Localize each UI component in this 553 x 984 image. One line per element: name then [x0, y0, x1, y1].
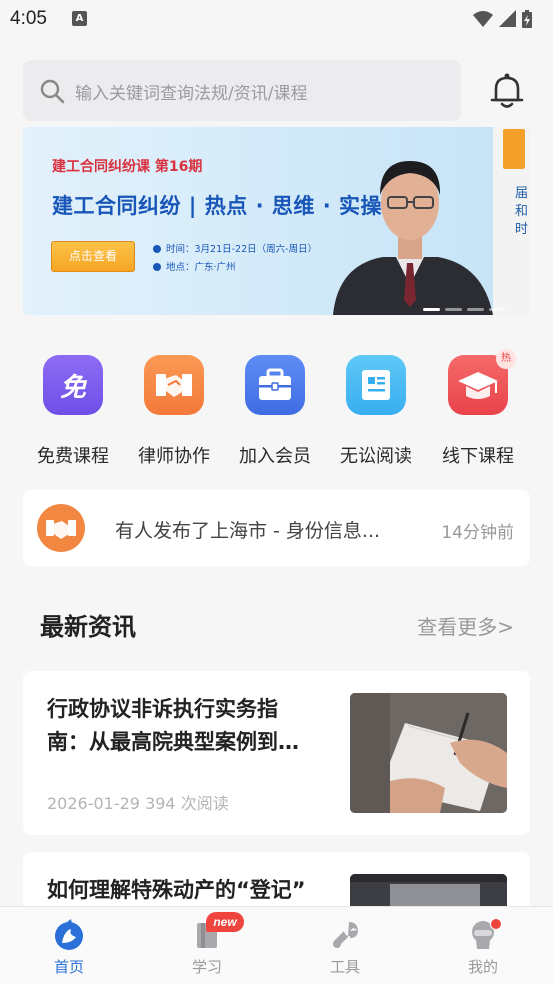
- battery-icon: [522, 10, 532, 28]
- location-icon: [153, 263, 161, 271]
- quick-label: 无讼阅读: [340, 446, 412, 467]
- home-icon: [55, 919, 83, 950]
- search-placeholder: 输入关键词查询法规/资讯/课程: [75, 84, 308, 104]
- status-icons: [473, 10, 532, 28]
- new-badge: new: [206, 912, 244, 932]
- bell-icon[interactable]: [489, 72, 525, 110]
- wifi-icon: [473, 11, 493, 27]
- quick-lawyer-collab[interactable]: 律师协作: [124, 355, 224, 468]
- search-input[interactable]: 输入关键词查询法规/资讯/课程: [23, 60, 461, 121]
- briefcase-icon: [245, 355, 305, 415]
- news-title: 行政协议非诉执行实务指 南：从最高院典型案例到…: [47, 697, 299, 754]
- quick-label: 加入会员: [239, 446, 311, 467]
- clock-icon: [153, 245, 161, 253]
- pagination-dot: [423, 308, 440, 311]
- tab-home[interactable]: 首页: [0, 907, 138, 984]
- pagination-dot: [467, 308, 484, 311]
- promo-banner[interactable]: 建工合同纠纷课 第16期 建工合同纠纷 | 热点 · 思维 · 实操 点击查看 …: [23, 127, 530, 315]
- status-bar: 4:05 A: [0, 0, 553, 40]
- quick-join-member[interactable]: 加入会员: [225, 355, 325, 468]
- quick-label: 线下课程: [442, 446, 514, 467]
- bottom-tab-bar: 首页 new 学习 工具 我的: [0, 906, 553, 984]
- signal-icon: [499, 10, 516, 27]
- news-more-link[interactable]: 查看更多>: [417, 611, 514, 640]
- banner-next-slide: 届和时: [493, 127, 530, 315]
- notification-dot: [490, 918, 502, 930]
- tab-label: 工具: [329, 958, 360, 976]
- quick-label: 免费课程: [37, 446, 109, 467]
- banner-view-button[interactable]: 点击查看: [51, 241, 135, 272]
- banner-subtitle: 建工合同纠纷课 第16期: [52, 159, 203, 175]
- tab-tools[interactable]: 工具: [276, 907, 414, 984]
- news-title: 如何理解特殊动产的“登记”: [47, 878, 306, 902]
- news-item[interactable]: 行政协议非诉执行实务指 南：从最高院典型案例到… 2026-01-29 394 …: [23, 671, 530, 835]
- next-slide-text: 届和时: [515, 186, 529, 237]
- notice-time: 14分钟前: [441, 523, 514, 543]
- notice-card[interactable]: 有人发布了上海市 - 身份信息... 14分钟前: [23, 490, 530, 566]
- handshake-icon: [144, 355, 204, 415]
- quick-wusong-reading[interactable]: 无讼阅读: [326, 355, 426, 468]
- graduation-cap-icon: 热: [448, 349, 516, 415]
- notice-text: 有人发布了上海市 - 身份信息...: [115, 520, 381, 542]
- tab-study[interactable]: new 学习: [138, 907, 276, 984]
- news-section-title: 最新资讯: [40, 613, 136, 641]
- banner-pagination: [423, 296, 511, 311]
- wrench-icon: [333, 922, 358, 948]
- search-icon: [40, 79, 65, 104]
- banner-time: 时间：3月21日-22日（周六-周日）: [153, 241, 317, 255]
- news-thumbnail: [350, 693, 507, 813]
- notice-avatar: [37, 504, 85, 552]
- tab-label: 我的: [467, 958, 498, 976]
- tab-profile[interactable]: 我的: [414, 907, 552, 984]
- hot-badge: 热: [496, 349, 516, 369]
- status-time: 4:05: [10, 8, 47, 29]
- news-meta: 2026-01-29 394 次阅读: [47, 794, 229, 813]
- reading-icon: [346, 355, 406, 415]
- quick-label: 律师协作: [138, 446, 210, 467]
- tab-label: 学习: [191, 958, 222, 976]
- notification-icon: A: [72, 11, 87, 26]
- quick-free-course[interactable]: 免 免费课程: [23, 355, 123, 468]
- quick-offline-course[interactable]: 热 线下课程: [428, 349, 528, 468]
- speaker-photo: [333, 161, 493, 315]
- free-course-icon: 免: [43, 355, 103, 415]
- news-item[interactable]: 如何理解特殊动产的“登记”: [23, 852, 530, 912]
- pagination-dot: [445, 308, 462, 311]
- next-slide-tag: [503, 129, 525, 169]
- pagination-dot: [489, 308, 506, 311]
- banner-place: 地点：广东·广州: [153, 259, 236, 273]
- tab-label: 首页: [53, 958, 84, 976]
